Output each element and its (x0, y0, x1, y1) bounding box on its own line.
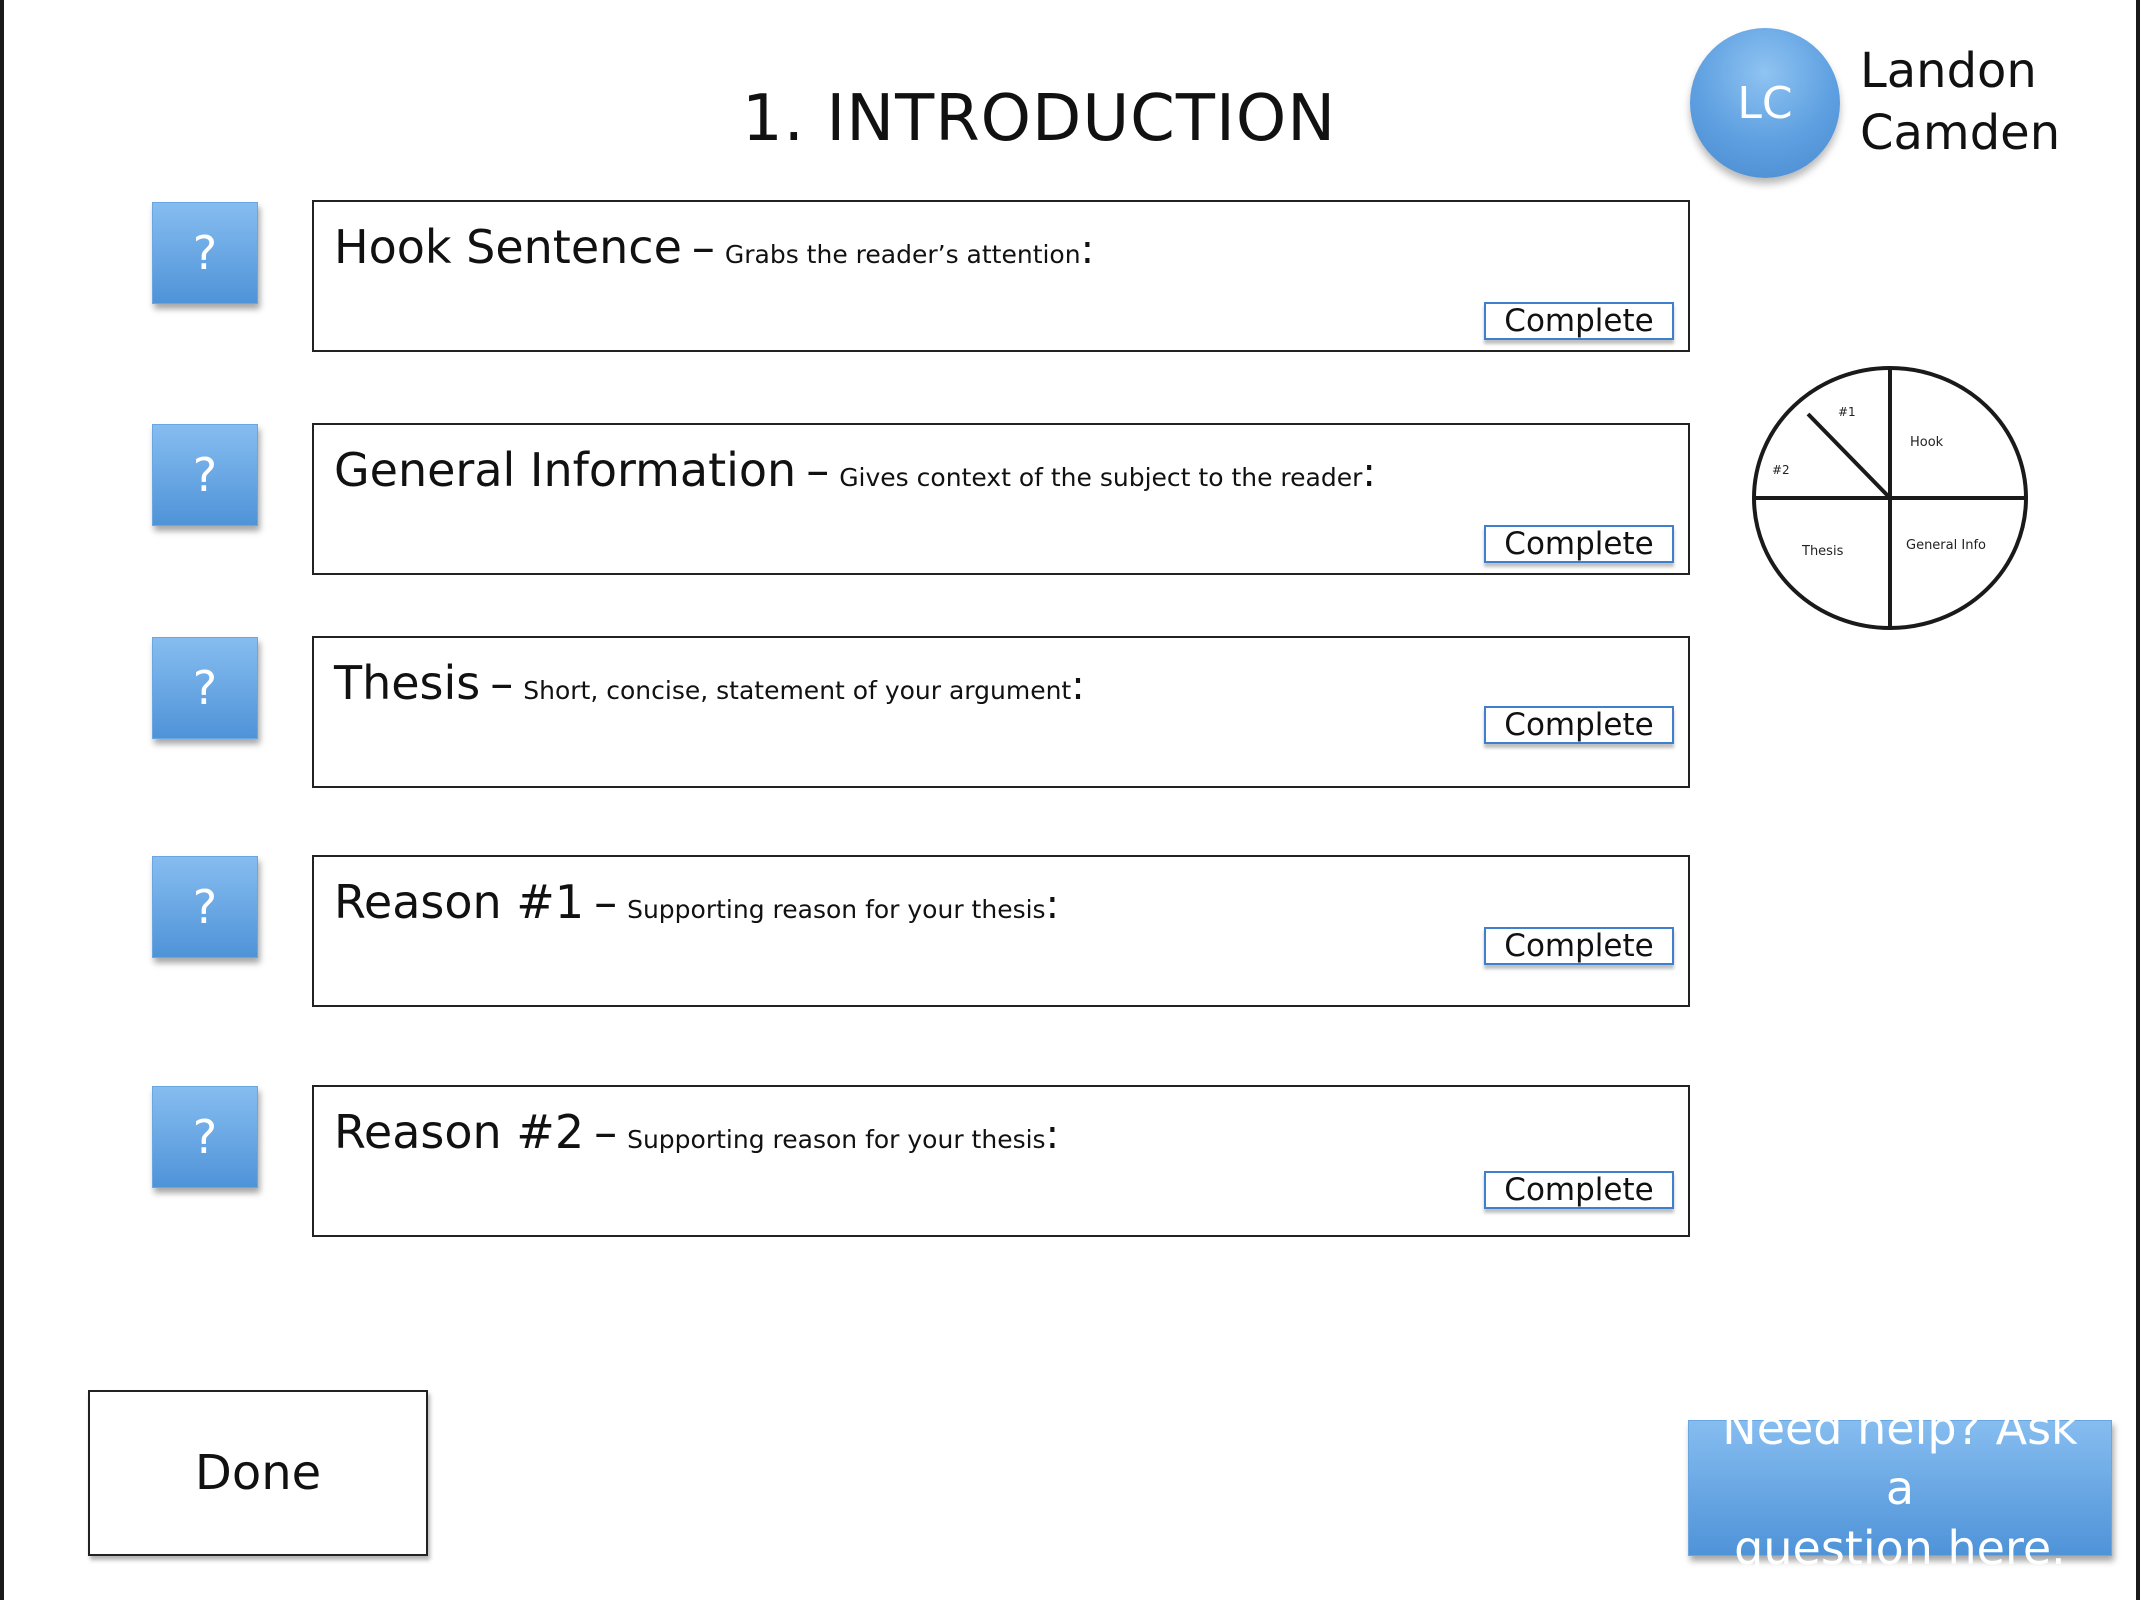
field-description: Supporting reason for your thesis (627, 1125, 1046, 1154)
general-info-complete-button[interactable]: Complete (1484, 525, 1674, 563)
done-button[interactable]: Done (88, 1390, 428, 1556)
reason-2-help-button[interactable]: ? (152, 1086, 258, 1188)
field-description: Grabs the reader’s attention (724, 240, 1081, 269)
field-label: General Information – Gives context of the… (334, 443, 1376, 497)
user-last-name: Camden (1860, 105, 2061, 161)
user-name: Landon Camden (1860, 40, 2120, 164)
hook-complete-button[interactable]: Complete (1484, 302, 1674, 340)
ask-question-label: Need help? Ask a question here. (1701, 1398, 2099, 1578)
field-dash: – (691, 220, 715, 274)
ask-question-line-1: Need help? Ask a (1722, 1401, 2078, 1515)
pie-label-reason-1: #1 (1838, 405, 1856, 419)
hook-help-button[interactable]: ? (152, 202, 258, 304)
thesis-field[interactable]: Thesis – Short, concise, statement of your… (312, 636, 1690, 788)
pie-label-hook: Hook (1910, 435, 1944, 450)
field-colon: : (1080, 227, 1095, 273)
done-label: Done (194, 1445, 322, 1501)
field-title: Thesis (334, 656, 481, 710)
question-mark-icon: ? (192, 1110, 218, 1164)
field-label: Reason #1– Supporting reason for your the… (334, 875, 1059, 929)
field-colon: : (1045, 1112, 1060, 1158)
introduction-screen: 1. INTRODUCTION LC Landon Camden ? Hook … (0, 0, 2140, 1600)
reason-1-help-button[interactable]: ? (152, 856, 258, 958)
thesis-help-button[interactable]: ? (152, 637, 258, 739)
field-colon: : (1362, 450, 1376, 496)
field-colon: : (1071, 663, 1085, 709)
ask-question-button[interactable]: Need help? Ask a question here. (1688, 1401, 2112, 1575)
pie-label-thesis: Thesis (1801, 544, 1844, 559)
field-dash: – (490, 656, 514, 710)
field-description: Gives context of the subject to the read… (839, 463, 1363, 492)
question-mark-icon: ? (192, 226, 218, 280)
reason-1-complete-button[interactable]: Complete (1484, 927, 1674, 965)
field-description: Supporting reason for your thesis (627, 895, 1046, 924)
field-title: Hook Sentence (334, 220, 682, 274)
field-description: Short, concise, statement of your argume… (523, 676, 1072, 705)
field-dash: – (594, 875, 618, 929)
progress-pie-chart: Hook General Info Thesis #1 #2 (1752, 366, 2028, 630)
question-mark-icon: ? (192, 448, 218, 502)
reason-2-field[interactable]: Reason #2– Supporting reason for your the… (312, 1085, 1690, 1237)
question-mark-icon: ? (192, 880, 218, 934)
thesis-complete-button[interactable]: Complete (1484, 706, 1674, 744)
field-dash: – (594, 1105, 618, 1159)
pie-label-reason-2: #2 (1772, 463, 1790, 477)
field-label: Hook Sentence – Grabs the reader’s attenti… (334, 220, 1094, 274)
field-dash: – (806, 443, 830, 497)
user-first-name: Landon (1860, 43, 2037, 99)
ask-question-line-2: question here. (1734, 1521, 2066, 1575)
pie-label-general-info: General Info (1906, 538, 1986, 553)
field-title: General Information (334, 443, 797, 497)
reason-2-complete-button[interactable]: Complete (1484, 1171, 1674, 1209)
field-title: Reason #1 (334, 875, 585, 929)
general-information-field[interactable]: General Information – Gives context of the… (312, 423, 1690, 575)
reason-1-field[interactable]: Reason #1– Supporting reason for your the… (312, 855, 1690, 1007)
field-colon: : (1045, 882, 1060, 928)
user-avatar[interactable]: LC (1690, 28, 1840, 178)
avatar-initials: LC (1737, 77, 1793, 129)
question-mark-icon: ? (192, 661, 218, 715)
hook-sentence-field[interactable]: Hook Sentence – Grabs the reader’s attenti… (312, 200, 1690, 352)
general-info-help-button[interactable]: ? (152, 424, 258, 526)
field-label: Reason #2– Supporting reason for your the… (334, 1105, 1059, 1159)
field-title: Reason #2 (334, 1105, 585, 1159)
field-label: Thesis – Short, concise, statement of your… (334, 656, 1085, 710)
